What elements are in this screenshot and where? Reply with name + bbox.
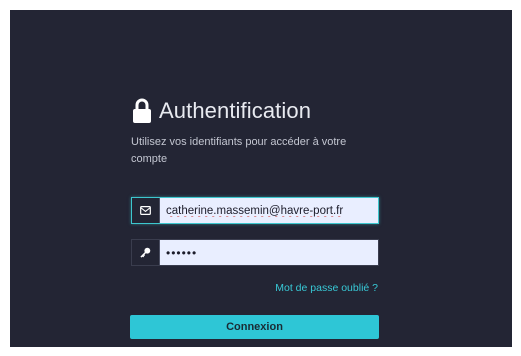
subtitle: Utilisez vos identifiants pour accéder à… [131, 136, 347, 165]
password-input[interactable] [160, 240, 378, 265]
email-field-icon-box [132, 198, 160, 223]
envelope-icon [140, 206, 151, 215]
email-input[interactable] [160, 198, 378, 223]
password-field-icon-box [132, 240, 160, 265]
lock-icon [133, 98, 151, 123]
key-icon [140, 247, 151, 258]
login-button[interactable]: Connexion [130, 315, 379, 339]
forgot-password-link[interactable]: Mot de passe oublié ? [250, 282, 378, 294]
page-title: Authentification [159, 98, 312, 123]
login-screen: Authentification Utilisez vos identifian… [10, 10, 512, 347]
email-field [131, 197, 379, 224]
title-row: Authentification [131, 98, 311, 124]
password-field [131, 239, 379, 266]
